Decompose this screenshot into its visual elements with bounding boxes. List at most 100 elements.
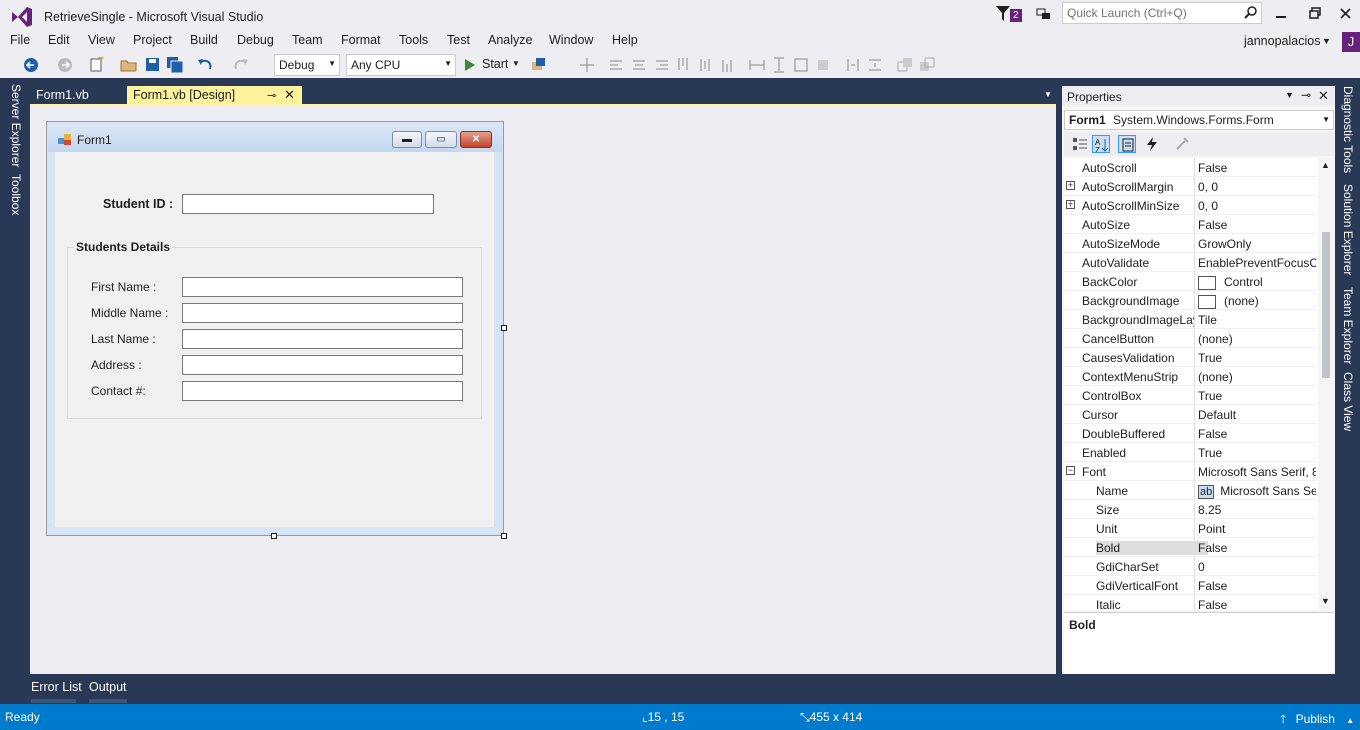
restore-button[interactable] (1302, 4, 1328, 24)
forward-icon[interactable] (56, 56, 74, 74)
menu-format[interactable]: Format (341, 33, 381, 47)
property-pages-icon[interactable] (1174, 136, 1190, 152)
property-row[interactable]: GdiCharSet 0 (1064, 557, 1316, 576)
property-value[interactable]: 0, 0 (1198, 180, 1316, 194)
resize-handle-bottom[interactable] (271, 533, 277, 539)
property-row[interactable]: BackgroundImage (none) (1064, 291, 1316, 310)
align-rights-icon[interactable] (652, 56, 670, 74)
send-to-back-icon[interactable] (918, 56, 936, 74)
toolbox-tab[interactable]: Toolbox (9, 174, 23, 215)
pin-icon[interactable]: ⊸ (1301, 88, 1311, 102)
server-explorer-tab[interactable]: Server Explorer (9, 84, 23, 167)
minimize-button[interactable] (1268, 4, 1294, 24)
team-explorer-tab[interactable]: Team Explorer (1341, 287, 1355, 364)
property-value[interactable]: False (1198, 161, 1316, 175)
property-value[interactable]: Microsoft Sans Serif, 8.25pt (1198, 465, 1316, 479)
resize-handle-right[interactable] (501, 325, 507, 331)
class-view-tab[interactable]: Class View (1341, 372, 1355, 431)
address-label[interactable]: Address : (91, 358, 142, 372)
undo-icon[interactable] (196, 56, 214, 74)
last-name-textbox[interactable] (182, 329, 463, 349)
categorized-icon[interactable] (1072, 136, 1088, 152)
align-tops-icon[interactable] (674, 56, 692, 74)
open-folder-icon[interactable] (120, 56, 138, 74)
avatar[interactable]: J (1342, 32, 1360, 52)
expand-icon[interactable]: + (1066, 181, 1075, 190)
property-value[interactable]: False (1198, 598, 1316, 610)
user-name[interactable]: jannopalacios (1244, 34, 1320, 48)
publish-button[interactable]: 🡑 Publish ▲ (1280, 710, 1354, 730)
menu-tools[interactable]: Tools (399, 33, 428, 47)
property-value[interactable]: Tile (1198, 313, 1316, 327)
property-row[interactable]: Enabled True (1064, 443, 1316, 462)
property-row[interactable]: Bold False (1064, 538, 1316, 557)
save-icon[interactable] (144, 56, 162, 74)
menu-edit[interactable]: Edit (48, 33, 70, 47)
property-row[interactable]: BackColor Control (1064, 272, 1316, 291)
first-name-textbox[interactable] (182, 277, 463, 297)
property-row[interactable]: DoubleBuffered False (1064, 424, 1316, 443)
feedback-icon[interactable] (1036, 6, 1052, 22)
contact-label[interactable]: Contact #: (91, 384, 146, 398)
scroll-down-icon[interactable]: ▼ (1321, 596, 1330, 606)
property-row[interactable]: Unit Point (1064, 519, 1316, 538)
size-to-grid-icon[interactable] (792, 56, 810, 74)
property-row[interactable]: ControlBox True (1064, 386, 1316, 405)
align-middles-icon[interactable] (696, 56, 714, 74)
property-value[interactable]: False (1198, 218, 1316, 232)
start-button[interactable]: Start (482, 57, 508, 71)
property-value[interactable]: True (1198, 351, 1316, 365)
pin-icon[interactable]: ⊸ (267, 89, 276, 102)
search-icon[interactable] (1244, 5, 1258, 19)
menu-analyze[interactable]: Analyze (488, 33, 532, 47)
menu-build[interactable]: Build (190, 33, 218, 47)
expand-icon[interactable]: + (1066, 200, 1075, 209)
menu-window[interactable]: Window (549, 33, 593, 47)
align-lefts-icon[interactable] (608, 56, 626, 74)
platform-select[interactable]: Any CPU ▼ (346, 54, 456, 76)
last-name-label[interactable]: Last Name : (91, 332, 156, 346)
property-value[interactable]: True (1198, 446, 1316, 460)
property-row[interactable]: + AutoScrollMargin 0, 0 (1064, 177, 1316, 196)
events-icon[interactable] (1144, 136, 1160, 152)
property-row[interactable]: CausesValidation True (1064, 348, 1316, 367)
solution-explorer-tab[interactable]: Solution Explorer (1341, 184, 1355, 275)
property-value[interactable]: Point (1198, 522, 1316, 536)
panel-menu-icon[interactable]: ▼ (1285, 90, 1294, 100)
configuration-select[interactable]: Debug ▼ (274, 54, 340, 76)
property-row[interactable]: AutoValidate EnablePreventFocusChange (1064, 253, 1316, 272)
align-grid-icon[interactable] (578, 56, 596, 74)
property-row[interactable]: AutoScroll False (1064, 158, 1316, 177)
quick-launch-input[interactable] (1062, 2, 1262, 24)
address-textbox[interactable] (182, 355, 463, 375)
start-dropdown-icon[interactable]: ▼ (512, 59, 520, 68)
properties-view-icon[interactable] (1118, 135, 1136, 153)
property-row[interactable]: −Font Microsoft Sans Serif, 8.25pt (1064, 462, 1316, 481)
property-value[interactable]: 8.25 (1198, 503, 1316, 517)
bring-to-front-icon[interactable] (896, 56, 914, 74)
tab-overflow-icon[interactable]: ▼ (1044, 90, 1052, 99)
middle-name-label[interactable]: Middle Name : (91, 306, 168, 320)
notifications-button[interactable]: 2 (996, 6, 1026, 24)
close-tab-icon[interactable]: ✕ (284, 87, 295, 103)
first-name-label[interactable]: First Name : (91, 280, 156, 294)
property-value[interactable]: ab Microsoft Sans Serif (1198, 484, 1316, 499)
resize-handle-corner[interactable] (501, 533, 507, 539)
menu-project[interactable]: Project (133, 33, 172, 47)
student-id-label[interactable]: Student ID : (103, 197, 173, 211)
menu-test[interactable]: Test (447, 33, 470, 47)
property-value[interactable]: True (1198, 389, 1316, 403)
make-same-width-icon[interactable] (748, 56, 766, 74)
middle-name-textbox[interactable] (182, 303, 463, 323)
property-grid-scrollbar[interactable]: ▲ ▼ (1318, 158, 1334, 610)
property-row[interactable]: GdiVerticalFont False (1064, 576, 1316, 595)
diagnostic-tools-tab[interactable]: Diagnostic Tools (1341, 86, 1355, 173)
property-row[interactable]: Italic False (1064, 595, 1316, 610)
menu-debug[interactable]: Debug (237, 33, 274, 47)
property-row[interactable]: + AutoScrollMinSize 0, 0 (1064, 196, 1316, 215)
property-value[interactable]: (none) (1198, 294, 1316, 309)
redo-icon[interactable] (232, 56, 250, 74)
alphabetical-icon[interactable]: AZ (1092, 135, 1110, 153)
error-list-tab[interactable]: Error List (31, 680, 82, 694)
scroll-thumb[interactable] (1322, 232, 1330, 378)
